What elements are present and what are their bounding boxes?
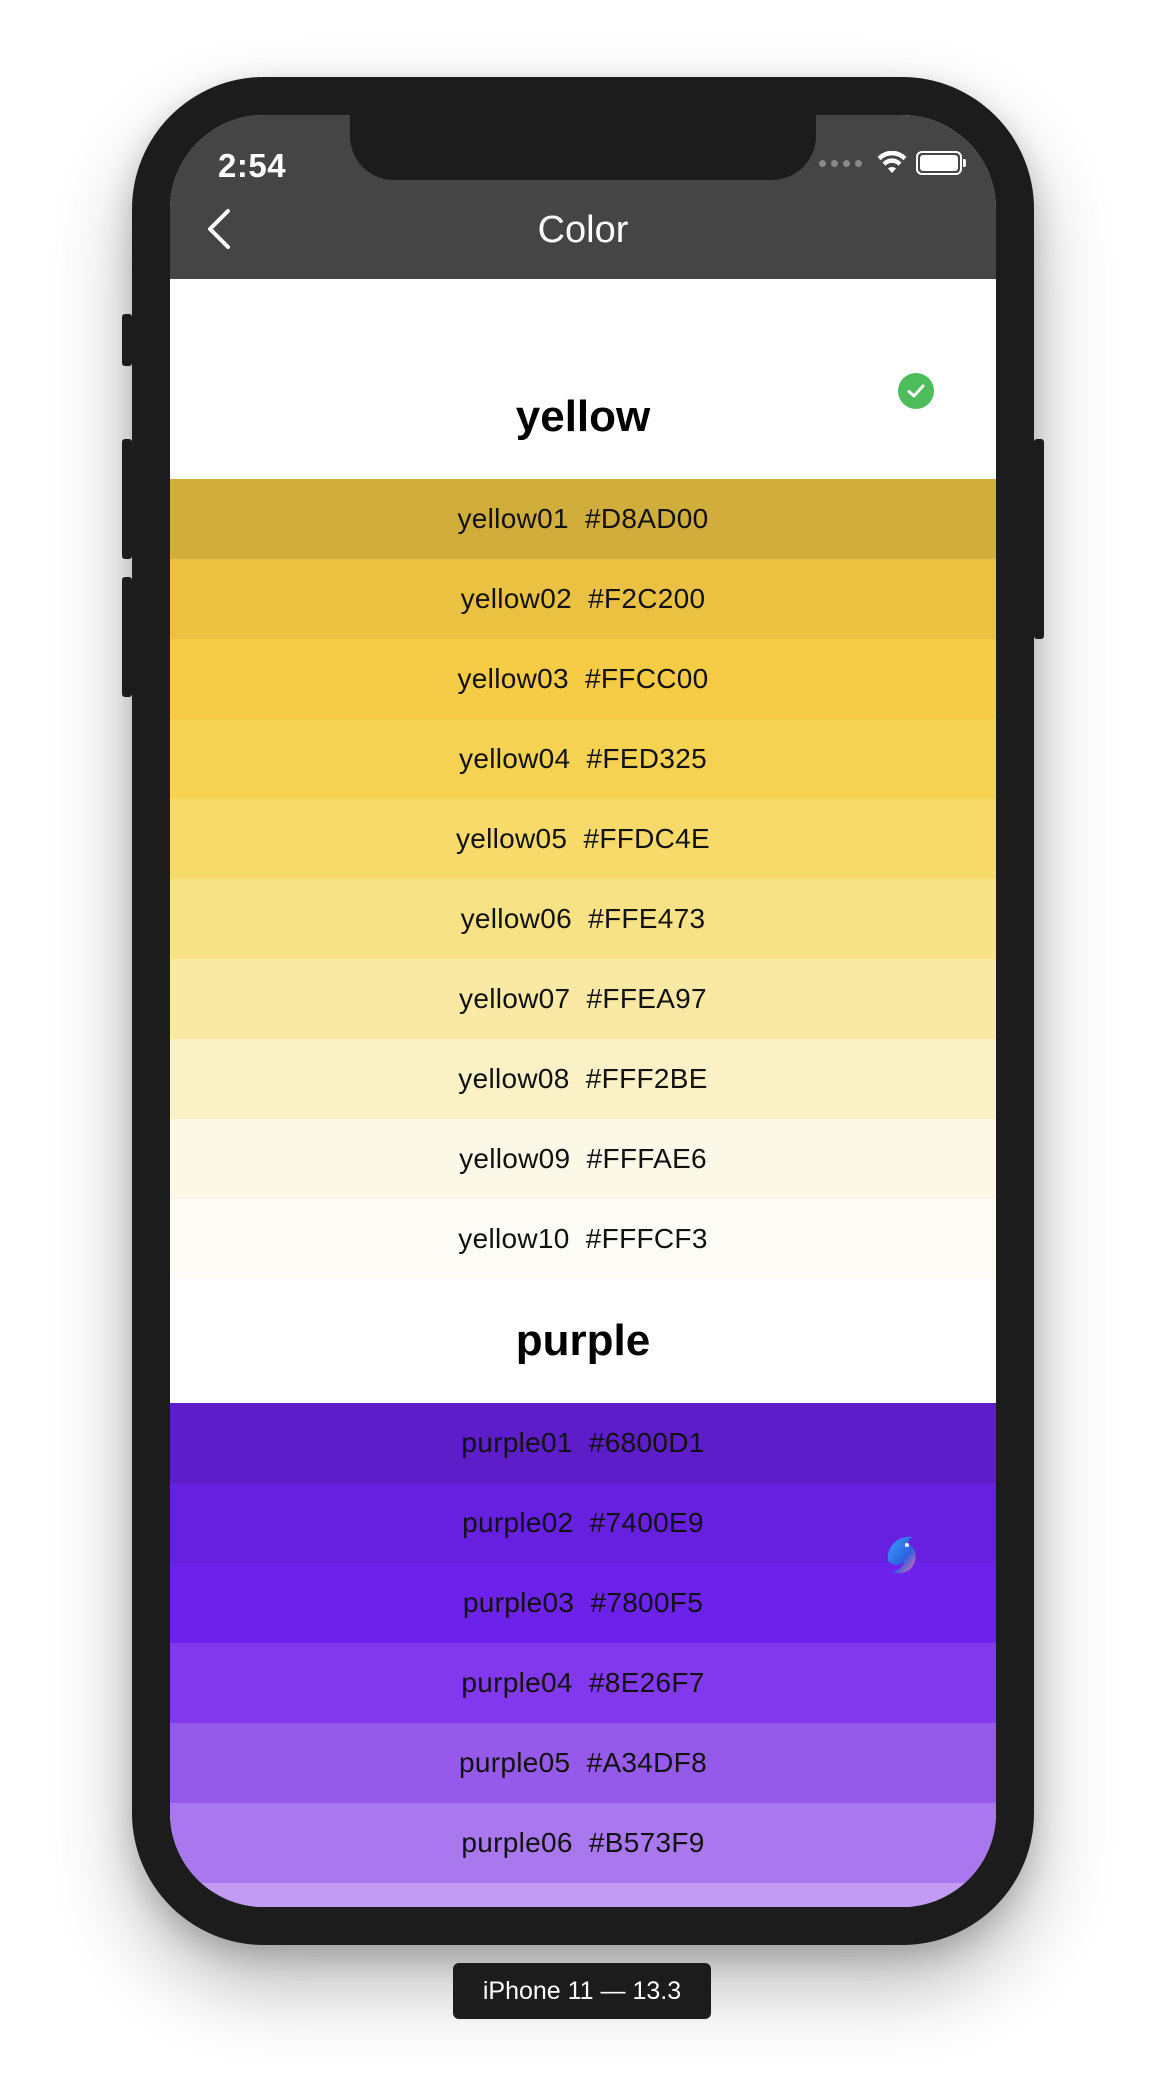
dolphin-icon[interactable] xyxy=(880,1531,926,1581)
swatch-label: purple02 #7400E9 xyxy=(462,1507,704,1538)
color-swatch-row[interactable]: yellow02 #F2C200 xyxy=(170,559,996,639)
swatch-label: yellow06 #FFE473 xyxy=(460,903,706,934)
color-swatch-row[interactable]: yellow08 #FFF2BE xyxy=(170,1039,996,1119)
wifi-icon xyxy=(877,151,907,173)
swatch-label: purple05 #A34DF8 xyxy=(459,1747,707,1778)
page-title: Color xyxy=(537,209,629,251)
volume-down-button xyxy=(122,577,132,697)
header-bar: 2:54 Color xyxy=(170,115,996,279)
silent-switch xyxy=(122,314,132,366)
check-circle-icon xyxy=(898,373,934,409)
status-icons xyxy=(819,151,966,175)
color-swatch-row[interactable]: purple03 #7800F5 xyxy=(170,1563,996,1643)
swatch-label: purple01 #6800D1 xyxy=(461,1427,705,1458)
color-swatch-row[interactable]: purple06 #B573F9 xyxy=(170,1803,996,1883)
signal-dots-icon xyxy=(819,159,862,167)
color-swatch-row[interactable]: yellow04 #FED325 xyxy=(170,719,996,799)
swatch-label: purple06 #B573F9 xyxy=(461,1827,705,1858)
color-swatch-row[interactable]: purple07 #C898FC xyxy=(170,1883,996,1907)
color-swatch-row[interactable]: yellow09 #FFFAE6 xyxy=(170,1119,996,1199)
color-swatch-row[interactable]: yellow07 #FFEA97 xyxy=(170,959,996,1039)
swatch-label: yellow05 #FFDC4E xyxy=(455,823,711,854)
swatch-label: yellow07 #FFEA97 xyxy=(459,983,707,1014)
swatch-label: purple03 #7800F5 xyxy=(462,1587,704,1618)
color-swatch-row[interactable]: purple01 #6800D1 xyxy=(170,1403,996,1483)
swatch-label: yellow02 #F2C200 xyxy=(460,583,706,614)
status-time: 2:54 xyxy=(218,147,287,184)
section-title: purple xyxy=(515,1316,651,1365)
color-swatch-row[interactable]: yellow01 #D8AD00 xyxy=(170,479,996,559)
section-header-yellow: yellow xyxy=(170,355,996,479)
color-swatch-row[interactable]: purple02 #7400E9 xyxy=(170,1483,996,1563)
notch xyxy=(350,115,816,180)
swatch-label: yellow04 #FED325 xyxy=(459,743,707,774)
swatch-label: yellow10 #FFFCF3 xyxy=(458,1223,708,1254)
color-swatch-row[interactable]: yellow05 #FFDC4E xyxy=(170,799,996,879)
swatch-label: yellow09 #FFFAE6 xyxy=(459,1143,707,1174)
power-button xyxy=(1034,439,1044,639)
volume-up-button xyxy=(122,439,132,559)
color-list[interactable]: yellow yellow01 #D8AD00 yellow02 #F2C200 ye… xyxy=(170,355,996,1907)
screen: 2:54 Color yellow yellow01 #D8AD00 yello… xyxy=(170,115,996,1907)
swatch-label: purple04 #8E26F7 xyxy=(461,1667,705,1698)
swatch-label: yellow03 #FFCC00 xyxy=(457,663,709,694)
swatch-label: yellow01 #D8AD00 xyxy=(457,503,709,534)
battery-icon xyxy=(916,151,966,175)
color-swatch-row[interactable]: yellow03 #FFCC00 xyxy=(170,639,996,719)
section-header-purple: purple xyxy=(170,1279,996,1403)
color-swatch-row[interactable]: purple05 #A34DF8 xyxy=(170,1723,996,1803)
color-swatch-row[interactable]: purple04 #8E26F7 xyxy=(170,1643,996,1723)
color-swatch-row[interactable]: yellow10 #FFFCF3 xyxy=(170,1199,996,1279)
swatch-label: yellow08 #FFF2BE xyxy=(458,1063,708,1094)
color-swatch-row[interactable]: yellow06 #FFE473 xyxy=(170,879,996,959)
device-frame: 2:54 Color yellow yellow01 #D8AD00 yello… xyxy=(122,77,1044,1945)
section-title: yellow xyxy=(515,392,651,441)
device-caption: iPhone 11 — 13.3 xyxy=(453,1963,711,2019)
